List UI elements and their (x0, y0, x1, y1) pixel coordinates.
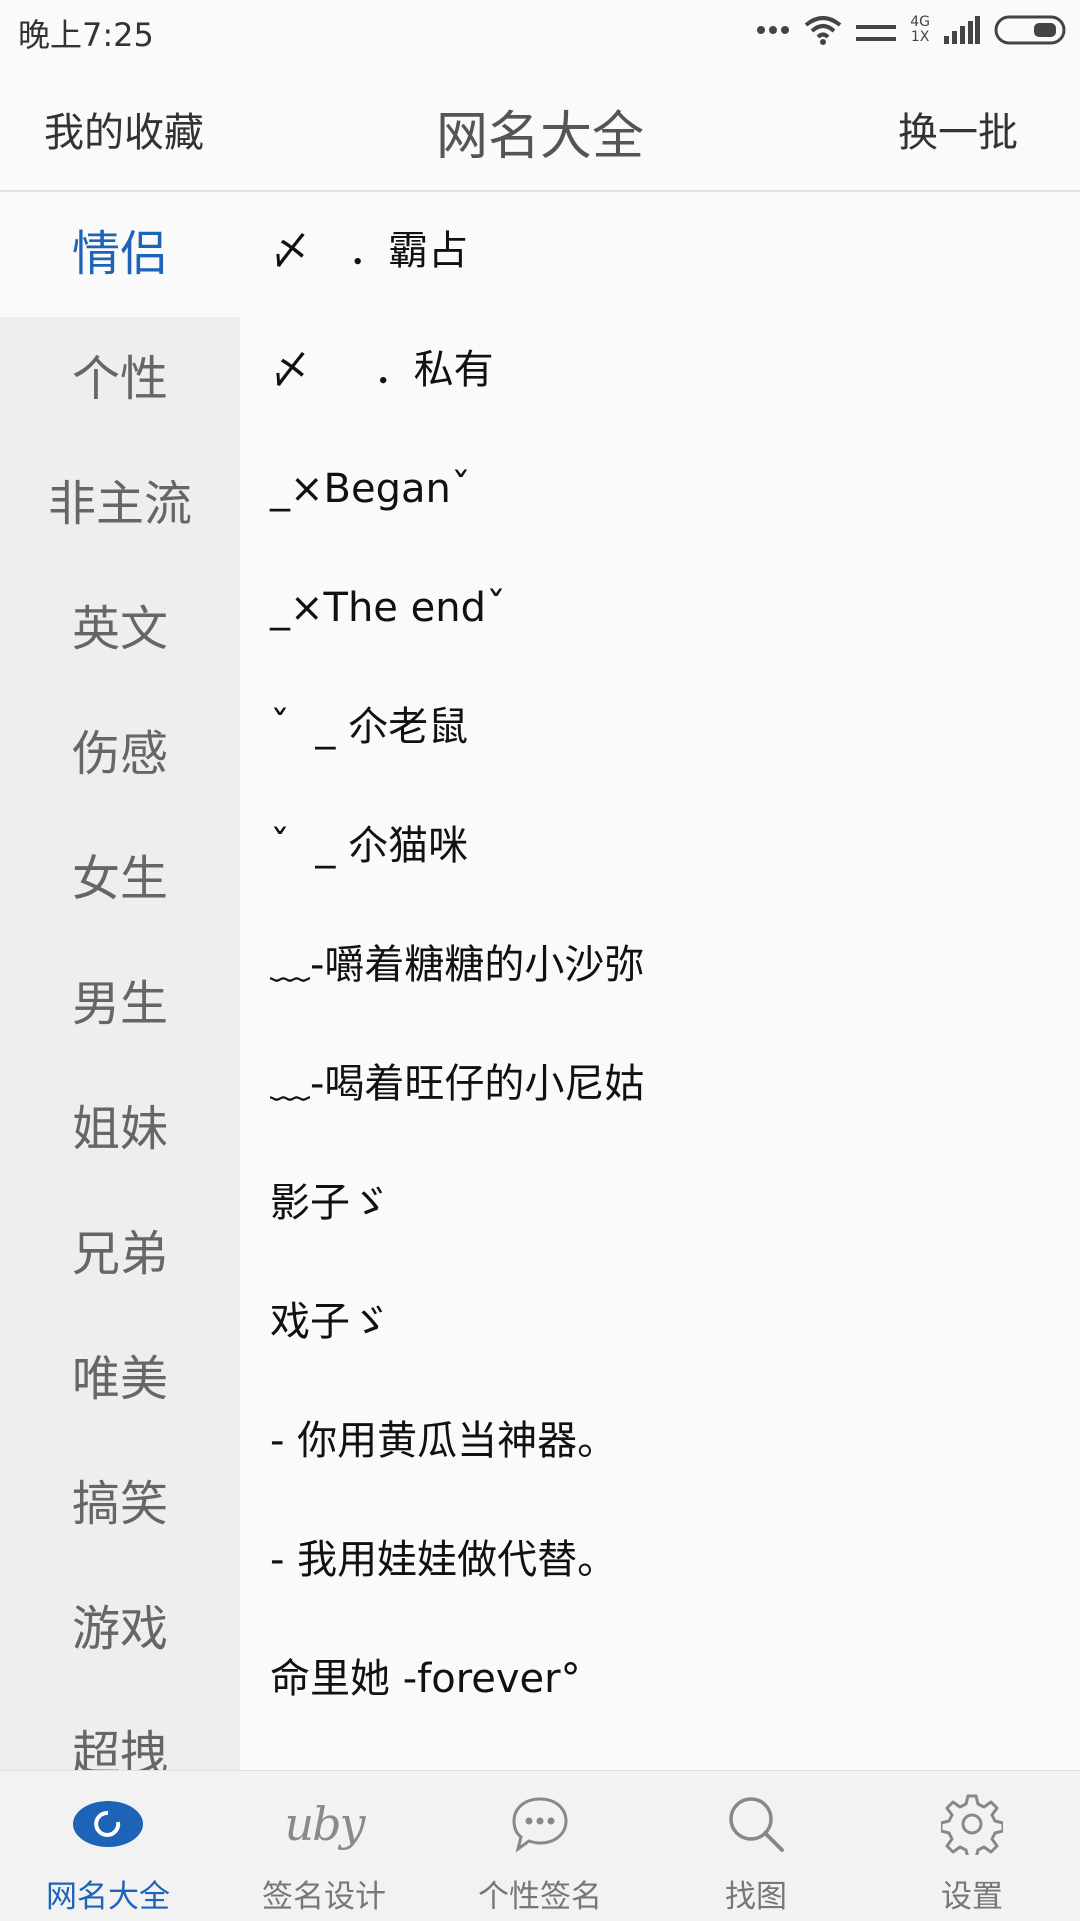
sidebar-item-non-mainstream[interactable]: 非主流 (0, 442, 240, 567)
network-type-label: 4G 1X (910, 14, 930, 45)
app-header: 我的收藏 网名大全 换一批 (0, 62, 1080, 192)
sidebar-item-couple[interactable]: 情侣 (0, 192, 240, 317)
cell-signal-icon (944, 16, 980, 44)
status-icons: 4G 1X (756, 10, 1066, 50)
chat-bubble-icon (500, 1789, 580, 1859)
list-item[interactable]: ﹏-喝着旺仔的小尼姑 (240, 1025, 1080, 1144)
eye-icon (68, 1789, 148, 1859)
more-dots-icon (757, 26, 790, 34)
status-bar: 晚上7:25 4G 1X (0, 0, 1080, 62)
bottom-nav: 网名大全 uby 签名设计 个性签名 找图 设置 (0, 1770, 1080, 1921)
list-item[interactable]: ˇ _ 尒猫咪 (240, 787, 1080, 906)
list-item[interactable]: 命里她 -forever° (240, 1620, 1080, 1739)
nav-label: 设置 (941, 1879, 1003, 1915)
list-item[interactable]: _×Beganˇ (240, 430, 1080, 549)
list-item[interactable]: 戏子ゞ (240, 1263, 1080, 1382)
list-item[interactable]: 影子ゞ (240, 1144, 1080, 1263)
sidebar-item-games[interactable]: 游戏 (0, 1567, 240, 1692)
gear-icon (932, 1789, 1012, 1859)
nickname-list[interactable]: 〆 ．霸占 〆 ．私有 _×Beganˇ _×The endˇ ˇ _ 尒老鼠 … (240, 192, 1080, 1770)
sidebar-item-funny[interactable]: 搞笑 (0, 1442, 240, 1567)
category-sidebar[interactable]: 情侣 个性 非主流 英文 伤感 女生 男生 姐妹 兄弟 唯美 搞笑 游戏 超拽 (0, 192, 240, 1770)
battery-icon (994, 15, 1066, 45)
nav-signature-design[interactable]: uby 签名设计 (216, 1771, 432, 1921)
sidebar-item-personality[interactable]: 个性 (0, 317, 240, 442)
sidebar-item-cool[interactable]: 超拽 (0, 1692, 240, 1770)
list-item[interactable]: - 我用娃娃做代替。 (240, 1501, 1080, 1620)
nav-label: 个性签名 (478, 1879, 602, 1915)
list-item[interactable]: 〆 ．私有 (240, 311, 1080, 430)
nav-personal-signature[interactable]: 个性签名 (432, 1771, 648, 1921)
list-item[interactable]: _×The endˇ (240, 549, 1080, 668)
nav-settings[interactable]: 设置 (864, 1771, 1080, 1921)
sidebar-item-sad[interactable]: 伤感 (0, 692, 240, 817)
list-item[interactable]: ˇ _ 尒老鼠 (240, 668, 1080, 787)
sidebar-item-brothers[interactable]: 兄弟 (0, 1192, 240, 1317)
nav-label: 签名设计 (262, 1879, 386, 1915)
nav-label: 网名大全 (46, 1879, 170, 1915)
nav-label: 找图 (725, 1879, 787, 1915)
sidebar-item-boys[interactable]: 男生 (0, 942, 240, 1067)
list-item[interactable]: 〆 ．霸占 (240, 192, 1080, 311)
list-item[interactable]: - 你用黄瓜当神器。 (240, 1382, 1080, 1501)
search-icon (716, 1789, 796, 1859)
nav-find-image[interactable]: 找图 (648, 1771, 864, 1921)
wifi-icon (804, 16, 842, 45)
sidebar-item-sisters[interactable]: 姐妹 (0, 1067, 240, 1192)
nav-nickname-collection[interactable]: 网名大全 (0, 1771, 216, 1921)
sidebar-item-english[interactable]: 英文 (0, 567, 240, 692)
status-time: 晚上7:25 (18, 16, 154, 54)
refresh-batch-button[interactable]: 换一批 (898, 100, 1018, 158)
list-item[interactable]: ﹏-嚼着糖糖的小沙弥 (240, 906, 1080, 1025)
sidebar-item-girls[interactable]: 女生 (0, 817, 240, 942)
signature-icon: uby (284, 1797, 365, 1851)
sidebar-item-aesthetic[interactable]: 唯美 (0, 1317, 240, 1442)
signal-bars-icon (856, 25, 897, 41)
